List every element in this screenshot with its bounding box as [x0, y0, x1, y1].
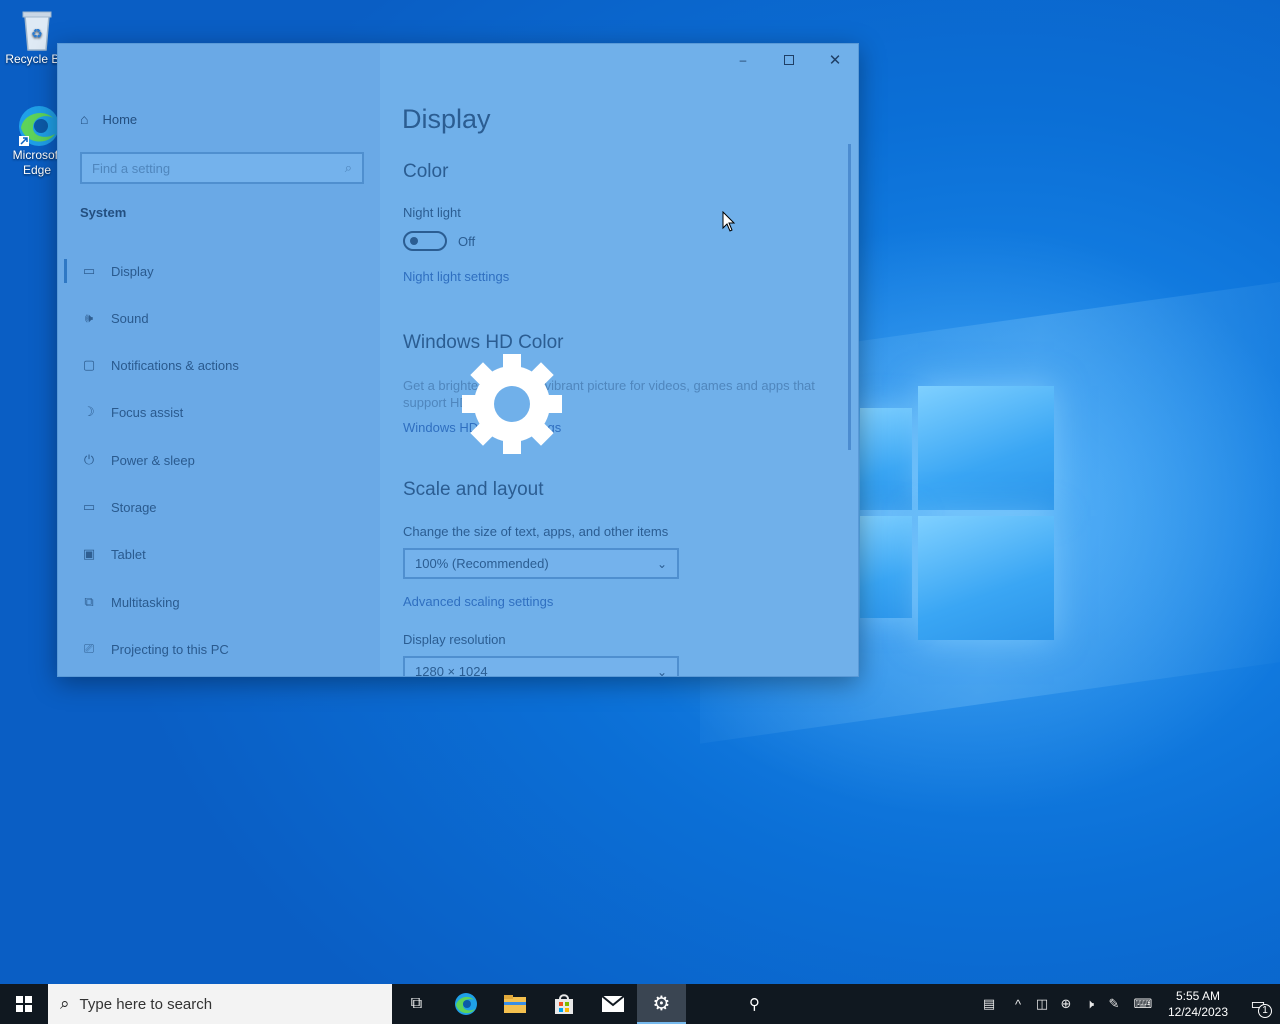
sidebar-item-focus-assist[interactable]: ☽ Focus assist [80, 400, 183, 424]
windows-logo-wallpaper [860, 386, 1060, 642]
system-tray: ▤ ^ ◫ ⊕ 🕨 ✎ ⌨ 5:55 AM 12/24/2023 ▭ 1 [972, 984, 1280, 1024]
task-view-icon: ⧉ [410, 995, 423, 1012]
clock-date: 12/24/2023 [1167, 1005, 1229, 1019]
resolution-value: 1280 × 1024 [415, 664, 488, 677]
loading-gear-icon [458, 354, 566, 454]
sidebar-home-label: Home [102, 111, 138, 127]
resolution-label: Display resolution [403, 632, 506, 647]
night-light-toggle[interactable] [403, 231, 447, 251]
sidebar-item-label: Tablet [111, 546, 146, 562]
scale-label: Change the size of text, apps, and other… [403, 524, 669, 539]
sidebar-item-label: Notifications & actions [111, 357, 239, 373]
speaker-icon: 🕪 [84, 310, 94, 325]
toggle-knob [410, 237, 418, 245]
notification-icon: ▢ [82, 357, 96, 372]
start-button[interactable] [0, 984, 48, 1024]
sidebar-item-power-sleep[interactable]: ⏻ Power & sleep [80, 448, 195, 472]
night-light-label: Night light [403, 205, 461, 220]
active-indicator [64, 259, 67, 283]
edge-icon [17, 104, 59, 146]
clock[interactable]: 5:55 AM 12/24/2023 [1160, 988, 1236, 1020]
news-icon[interactable]: ▤ [972, 996, 1006, 1012]
taskbar-search-placeholder: Type here to search [79, 995, 213, 1013]
task-view-button[interactable]: ⧉ [392, 984, 441, 1024]
sidebar-item-label: Projecting to this PC [111, 641, 229, 657]
sidebar-home[interactable]: ⌂ Home [80, 111, 137, 127]
people-icon: ⚲ [749, 996, 760, 1013]
sidebar-item-label: Power & sleep [111, 452, 195, 468]
mail-icon [600, 995, 625, 1012]
mouse-cursor-icon [722, 210, 736, 233]
sidebar-item-label: Sound [111, 310, 149, 326]
edge-icon [454, 993, 477, 1015]
clock-time: 5:55 AM [1175, 989, 1221, 1003]
sidebar-section-system: System [80, 205, 127, 220]
monitor-icon: ▭ [82, 263, 96, 278]
chevron-down-icon: ⌄ [656, 556, 667, 571]
page-title: Display [402, 104, 491, 134]
sidebar-item-label: Storage [111, 499, 157, 515]
color-heading: Color [403, 161, 449, 182]
scale-layout-heading: Scale and layout [403, 479, 544, 500]
notification-count-badge: 1 [1258, 1004, 1272, 1018]
chevron-down-icon: ⌄ [656, 664, 667, 677]
sidebar-item-multitasking[interactable]: ⧉ Multitasking [80, 590, 180, 614]
sidebar-item-label: Multitasking [111, 594, 180, 610]
store-icon [554, 994, 573, 1014]
search-icon: ⌕ [60, 994, 70, 1013]
store-button[interactable] [539, 984, 588, 1024]
sidebar-item-sound[interactable]: 🕪 Sound [80, 306, 149, 330]
network-globe-icon[interactable]: ⊕ [1054, 996, 1078, 1012]
night-light-state: Off [458, 234, 476, 249]
resolution-dropdown[interactable]: 1280 × 1024 ⌄ [403, 656, 679, 677]
sidebar-item-tablet[interactable]: ▣ Tablet [80, 542, 146, 566]
night-light-settings-link[interactable]: Night light settings [403, 269, 509, 284]
settings-sidebar: ⌂ Home Find a setting ⌕ System ▭ Display… [58, 44, 380, 676]
scale-value: 100% (Recommended) [415, 556, 549, 571]
windows-start-icon [16, 996, 32, 1012]
find-setting-input[interactable]: Find a setting ⌕ [80, 152, 364, 184]
sidebar-item-display[interactable]: ▭ Display [80, 259, 154, 283]
advanced-scaling-link[interactable]: Advanced scaling settings [403, 594, 553, 609]
taskbar-edge-button[interactable] [441, 984, 490, 1024]
people-button[interactable]: ⚲ [730, 984, 779, 1024]
scale-dropdown[interactable]: 100% (Recommended) ⌄ [403, 548, 679, 579]
sidebar-item-label: Display [111, 263, 154, 279]
search-placeholder: Find a setting [92, 160, 171, 176]
sidebar-item-storage[interactable]: ▭ Storage [80, 495, 157, 519]
file-explorer-button[interactable] [490, 984, 539, 1024]
chevron-up-icon[interactable]: ^ [1006, 997, 1030, 1012]
speaker-muted-icon[interactable]: 🕨 [1078, 996, 1102, 1012]
camera-icon[interactable]: ◫ [1030, 996, 1054, 1012]
taskbar: ⌕ Type here to search ⧉ ⚙ ⚲ ▤ ^ ◫ ⊕ 🕨 ✎ … [0, 984, 1280, 1024]
sidebar-item-projecting[interactable]: ⎚ Projecting to this PC [80, 637, 229, 661]
storage-icon: ▭ [82, 499, 96, 514]
tablet-icon: ▣ [82, 546, 96, 561]
search-icon: ⌕ [344, 160, 352, 175]
multitasking-icon: ⧉ [84, 594, 94, 609]
home-icon: ⌂ [80, 111, 89, 127]
hd-color-heading: Windows HD Color [403, 332, 564, 353]
settings-taskbar-button[interactable]: ⚙ [637, 984, 686, 1024]
projector-icon: ⎚ [83, 641, 95, 656]
power-icon: ⏻ [83, 452, 95, 467]
action-center-button[interactable]: ▭ 1 [1236, 984, 1280, 1024]
scrollbar[interactable] [848, 144, 851, 450]
settings-window[interactable]: ⌂ Home Find a setting ⌕ System ▭ Display… [57, 43, 859, 677]
svg-text:♻: ♻ [31, 27, 43, 42]
mail-button[interactable] [588, 984, 637, 1024]
recycle-bin-icon: ♻ [17, 8, 57, 51]
taskbar-search-box[interactable]: ⌕ Type here to search [48, 984, 392, 1024]
pen-icon[interactable]: ✎ [1102, 996, 1126, 1012]
file-explorer-icon [503, 995, 526, 1013]
settings-icon: ⚙ [652, 992, 671, 1015]
keyboard-icon[interactable]: ⌨ [1126, 996, 1160, 1012]
desktop-icon-label: Microsoft Edge [12, 148, 62, 177]
moon-icon: ☽ [83, 404, 95, 419]
sidebar-item-notifications[interactable]: ▢ Notifications & actions [80, 353, 239, 377]
sidebar-item-label: Focus assist [111, 404, 184, 420]
